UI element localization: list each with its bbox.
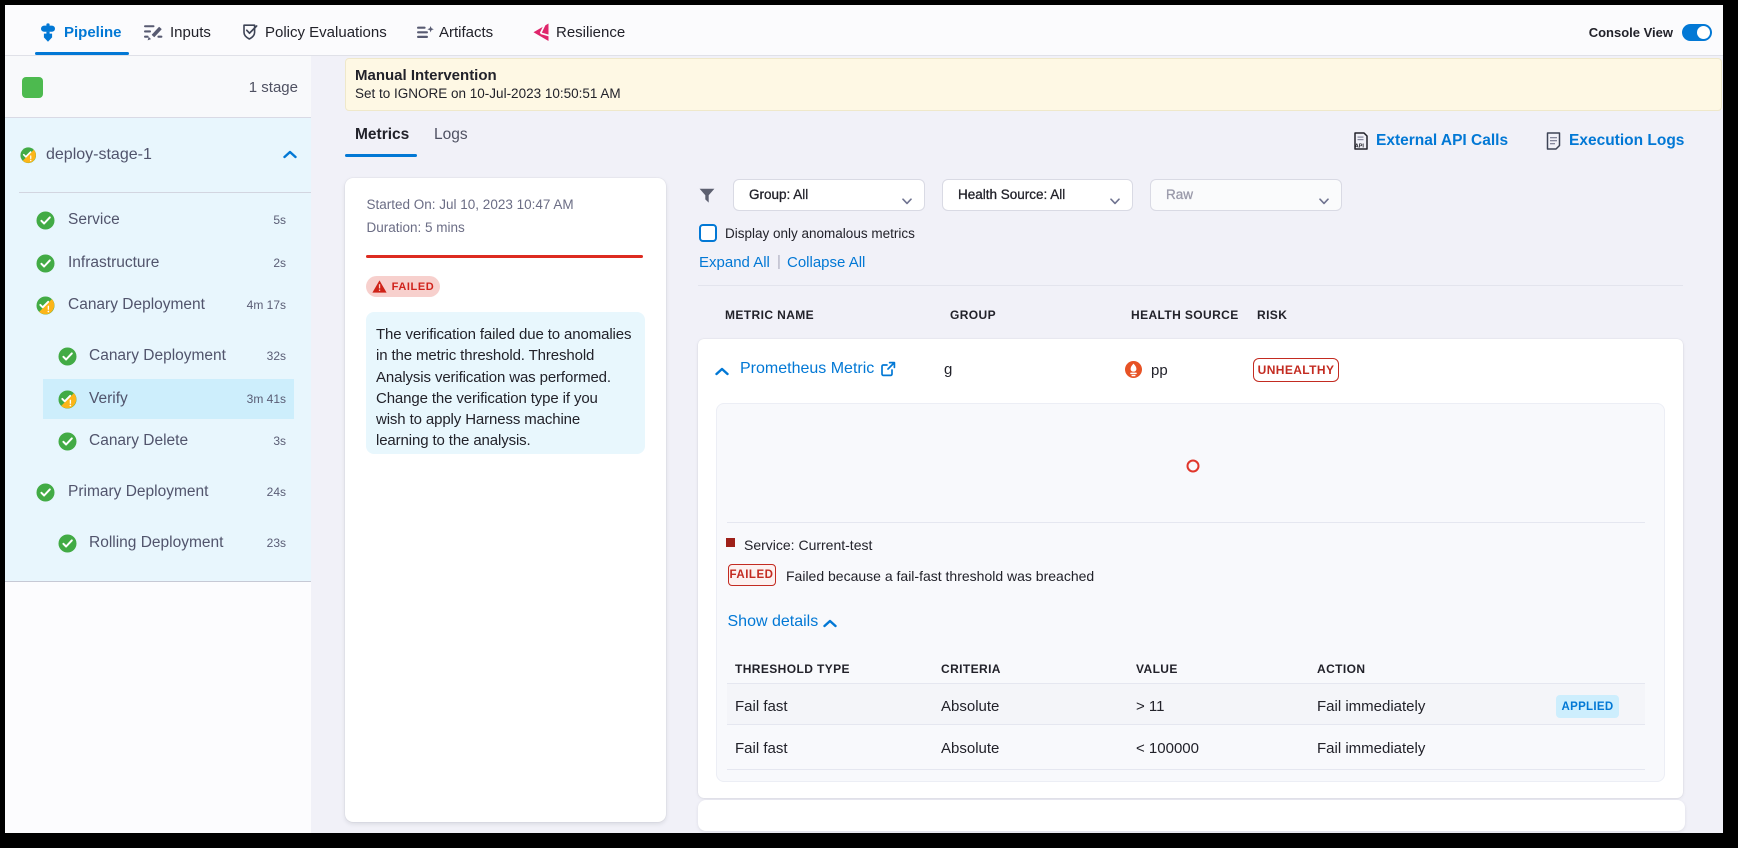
svg-text:API: API — [1355, 143, 1365, 149]
